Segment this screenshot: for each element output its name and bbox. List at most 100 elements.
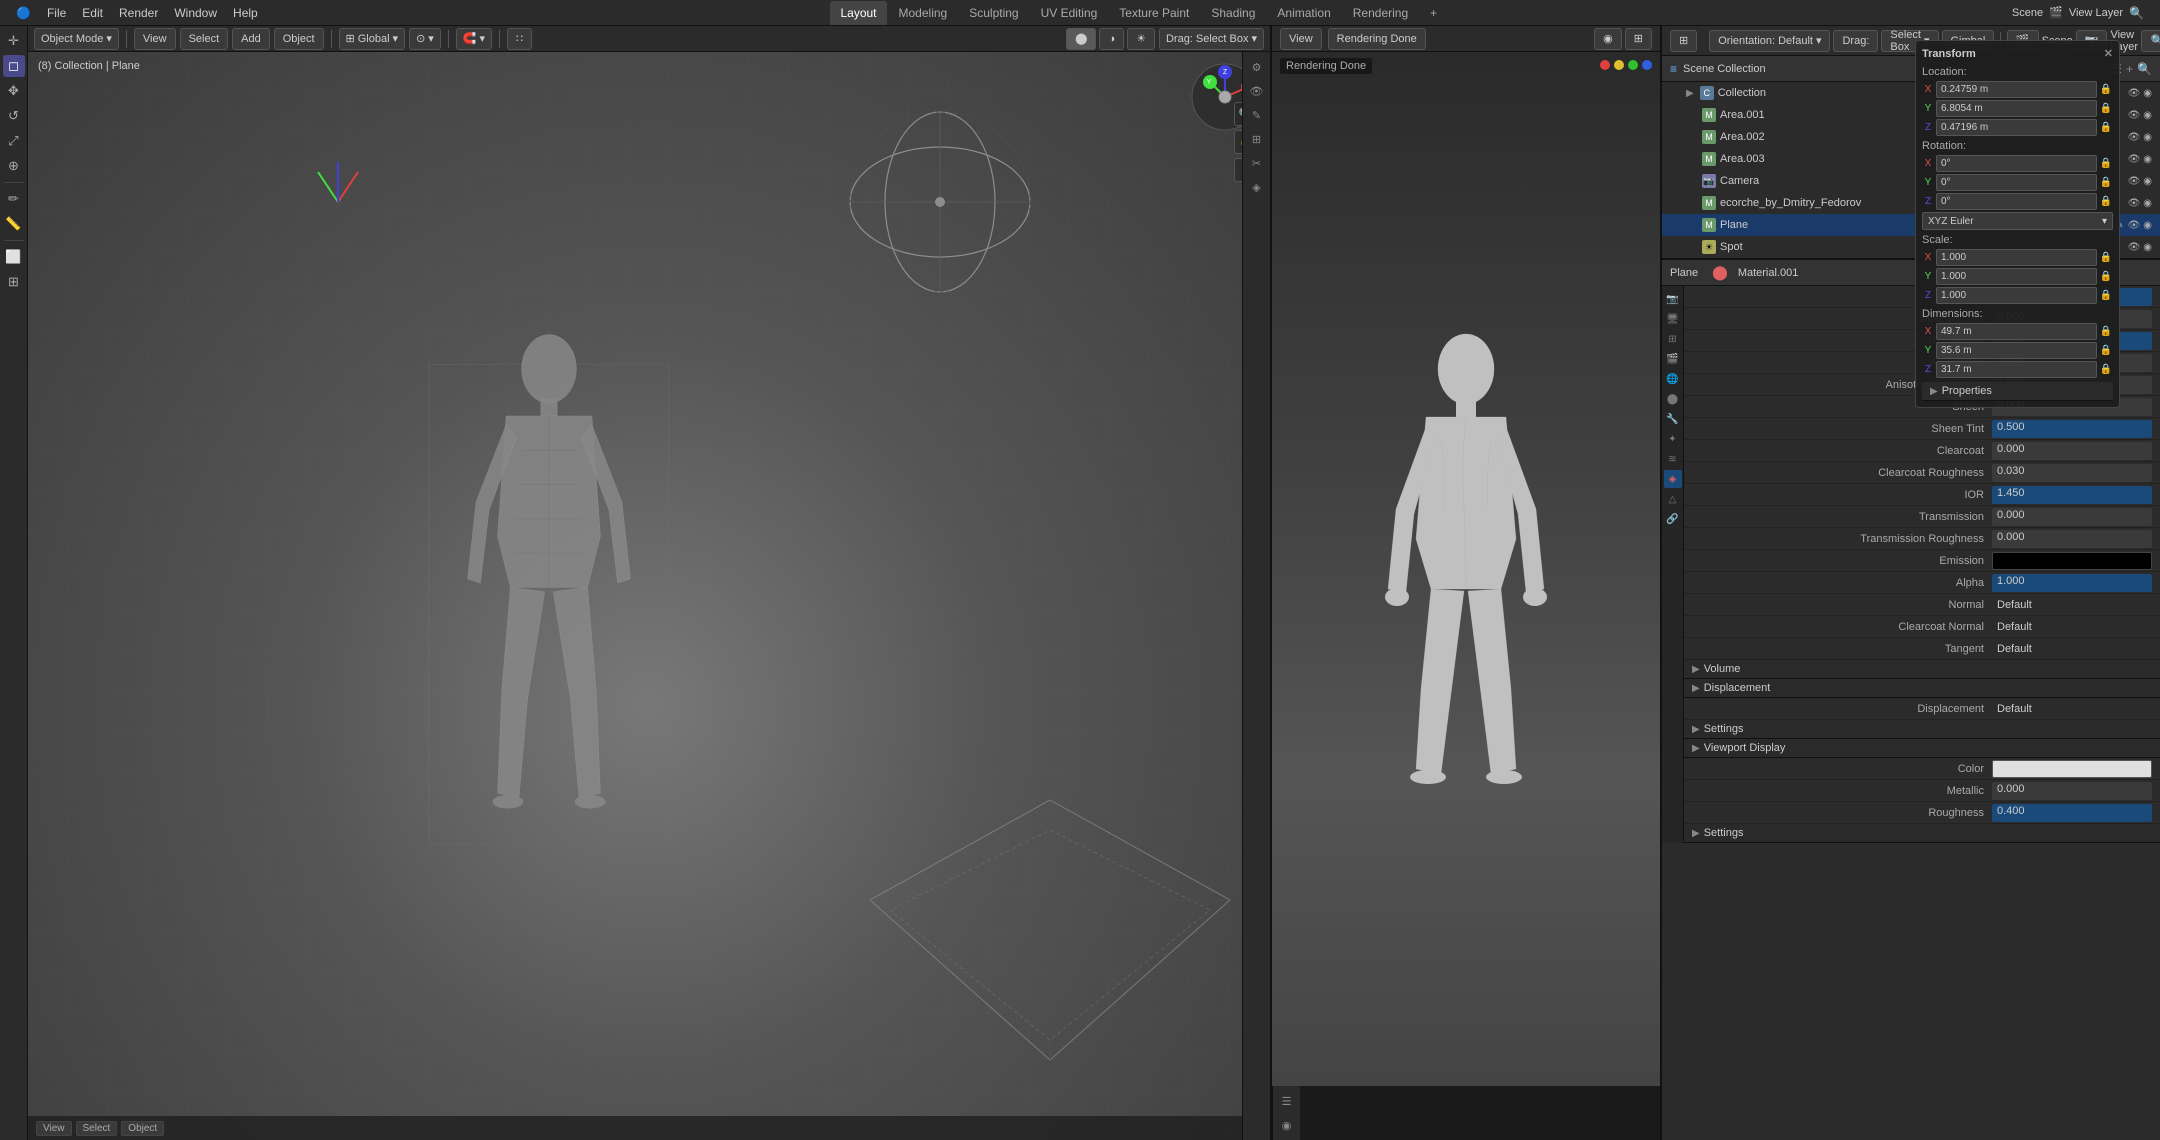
orientation-dropdown[interactable]: ⊞ Global ▾ [339,28,406,50]
transform-tool[interactable]: ⊕ [3,155,25,177]
object-menu[interactable]: Object [274,28,324,50]
area001-eye[interactable]: 👁 [2128,110,2141,121]
prop-icon-physics[interactable]: ≋ [1664,450,1682,468]
render-header-btn1[interactable]: ◉ [1594,28,1622,50]
header-drag-label[interactable]: Drag: [1833,30,1878,52]
viewport-3d[interactable]: (8) Collection | Plane [28,52,1270,1140]
search-icon[interactable]: 🔍 [2129,6,2144,20]
render-view-menu[interactable]: View [1280,28,1322,50]
spot-eye[interactable]: 👁 [2128,242,2141,253]
tab-texture-paint[interactable]: Texture Paint [1109,1,1199,25]
viewport-display-section-toggle[interactable]: ▶ Viewport Display [1684,739,2160,758]
tab-modeling[interactable]: Modeling [889,1,958,25]
color-swatch[interactable] [1992,760,2152,778]
snap-dropdown[interactable]: 🧲 ▾ [456,28,492,50]
prop-icon-output[interactable]: 🖥 [1664,310,1682,328]
footer-view[interactable]: View [36,1121,72,1136]
render-canvas[interactable]: Rendering Done [1272,52,1660,1086]
alpha-value[interactable]: 1.000 [1992,574,2152,592]
plane-hide[interactable]: ◉ [2143,220,2152,231]
viewport-shading-solid[interactable]: ⬤ [1066,28,1096,50]
drag-dropdown[interactable]: Drag: Select Box ▾ [1159,28,1264,50]
measure-tool[interactable]: 📏 [3,213,25,235]
menu-render[interactable]: Render [111,4,166,22]
pivot-dropdown[interactable]: ⊙ ▾ [409,28,441,50]
strip-view-icon[interactable]: 👁 [1246,80,1268,102]
sheen-tint-value[interactable]: 0.500 [1992,420,2152,438]
render-header-btn2[interactable]: ⊞ [1625,28,1652,50]
proportional-edit[interactable]: ∷ [507,28,532,50]
viewport-shading-material[interactable]: ◑ [1099,28,1124,50]
strip-options-icon[interactable]: ⊞ [1246,128,1268,150]
strip-tool-icon[interactable]: ⚙ [1246,56,1268,78]
camera-eye[interactable]: 👁 [2128,176,2141,187]
area001-hide[interactable]: ◉ [2143,110,2152,121]
footer-select[interactable]: Select [76,1121,118,1136]
settings2-section-toggle[interactable]: ▶ Settings [1684,824,2160,843]
rotate-tool[interactable]: ↺ [3,105,25,127]
scene-selector[interactable]: Scene [2012,7,2043,19]
outliner-search-icon[interactable]: 🔍 [2137,62,2152,76]
emission-swatch[interactable] [1992,552,2152,570]
transmission-roughness-value[interactable]: 0.000 [1992,530,2152,548]
render-strip-icon2[interactable]: ◉ [1276,1114,1298,1136]
viewport-shading-render[interactable]: ☀ [1127,28,1155,50]
tab-layout[interactable]: Layout [830,1,886,25]
clearcoat-value[interactable]: 0.000 [1992,442,2152,460]
prop-icon-constraints[interactable]: 🔗 [1664,510,1682,528]
annotate-tool[interactable]: ✏ [3,188,25,210]
prop-icon-scene[interactable]: 🎬 [1664,350,1682,368]
render-strip-icon1[interactable]: ☰ [1276,1090,1298,1112]
select-menu[interactable]: Select [180,28,229,50]
mode-dropdown[interactable]: Object Mode ▾ [34,28,119,50]
menu-window[interactable]: Window [166,4,225,22]
strip-hardops-icon[interactable]: ◈ [1246,176,1268,198]
prop-icon-particles[interactable]: ✦ [1664,430,1682,448]
prop-icon-world[interactable]: 🌐 [1664,370,1682,388]
displacement-section-toggle[interactable]: ▶ Displacement [1684,679,2160,698]
camera-hide[interactable]: ◉ [2143,176,2152,187]
tab-rendering[interactable]: Rendering [1343,1,1418,25]
clearcoat-roughness-value[interactable]: 0.030 [1992,464,2152,482]
header-search-icon[interactable]: 🔍 [2141,30,2160,52]
tab-shading[interactable]: Shading [1201,1,1265,25]
render-select-menu[interactable]: Rendering Done [1328,28,1426,50]
area002-eye[interactable]: 👁 [2128,132,2141,143]
col-eye[interactable]: 👁 [2128,88,2141,99]
viewlayer-selector[interactable]: View Layer [2069,7,2123,19]
area002-hide[interactable]: ◉ [2143,132,2152,143]
tab-uv-editing[interactable]: UV Editing [1031,1,1108,25]
move-tool[interactable]: ✥ [3,80,25,102]
footer-object[interactable]: Object [121,1121,164,1136]
prop-icon-view-layer[interactable]: ⊞ [1664,330,1682,348]
ior-value[interactable]: 1.450 [1992,486,2152,504]
menu-blender-icon[interactable]: 🔵 [8,4,39,22]
select-tool[interactable]: ◻ [3,55,25,77]
prop-icon-material[interactable]: ◈ [1664,470,1682,488]
menu-edit[interactable]: Edit [74,4,111,22]
strip-boxcutter-icon[interactable]: ✂ [1246,152,1268,174]
prop-icon-object[interactable]: ⬤ [1664,390,1682,408]
add-cube-tool[interactable]: ⬜ [3,246,25,268]
menu-help[interactable]: Help [225,4,266,22]
spot-hide[interactable]: ◉ [2143,242,2152,253]
prop-icon-render[interactable]: 📷 [1664,290,1682,308]
header-orientation-btn[interactable]: Orientation: Default ▾ [1709,30,1830,52]
strip-edit-icon[interactable]: ✎ [1246,104,1268,126]
roughness2-value[interactable]: 0.400 [1992,804,2152,822]
tab-sculpting[interactable]: Sculpting [959,1,1028,25]
ecorche-eye[interactable]: 👁 [2128,198,2141,209]
col-hide[interactable]: ◉ [2143,88,2152,99]
extrude-tool[interactable]: ⊞ [3,271,25,293]
menu-file[interactable]: File [39,4,74,22]
far-right-header-btn1[interactable]: ⊞ [1670,30,1697,52]
add-menu[interactable]: Add [232,28,270,50]
area003-hide[interactable]: ◉ [2143,154,2152,165]
tab-add[interactable]: + [1420,1,1447,25]
prop-icon-data[interactable]: △ [1664,490,1682,508]
prop-icon-modifier[interactable]: 🔧 [1664,410,1682,428]
outliner-new-icon[interactable]: + [2126,62,2133,76]
volume-section-toggle[interactable]: ▶ Volume [1684,660,2160,679]
ecorche-hide[interactable]: ◉ [2143,198,2152,209]
settings-section-toggle[interactable]: ▶ Settings [1684,720,2160,739]
